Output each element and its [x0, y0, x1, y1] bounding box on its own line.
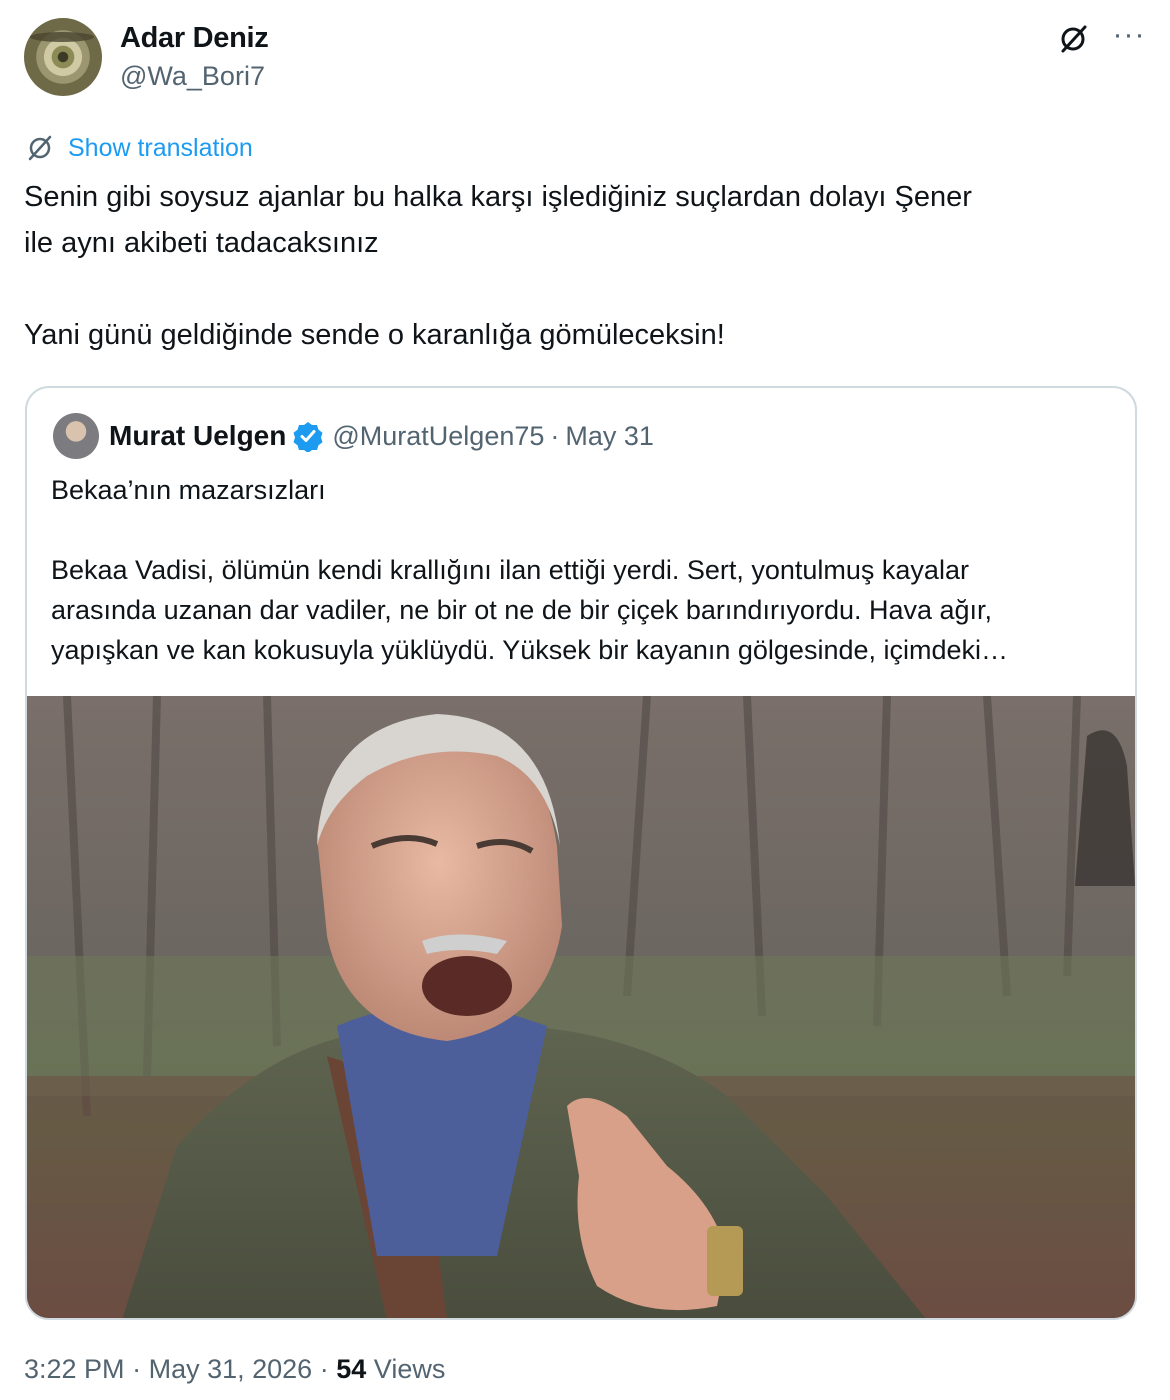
views-count: 54: [336, 1354, 367, 1384]
quoted-tweet-header: Murat Uelgen @MuratUelgen75 · May 31: [53, 410, 654, 462]
show-translation-link[interactable]: Show translation: [24, 130, 253, 166]
verified-badge-icon: [293, 422, 323, 452]
grok-icon[interactable]: [1056, 22, 1090, 56]
quoted-author-name[interactable]: Murat Uelgen: [109, 420, 286, 452]
quoted-author-avatar[interactable]: [53, 413, 99, 459]
show-translation-label[interactable]: Show translation: [68, 134, 253, 163]
more-icon[interactable]: ···: [1112, 20, 1146, 56]
author-name[interactable]: Adar Deniz: [120, 22, 269, 55]
meta-separator-2: ·: [319, 1354, 329, 1384]
author-avatar[interactable]: [24, 18, 102, 96]
quoted-separator: ·: [550, 420, 560, 451]
tweet-time[interactable]: 3:22 PM: [24, 1354, 125, 1384]
translate-icon: [28, 135, 52, 161]
quoted-tweet[interactable]: Murat Uelgen @MuratUelgen75 · May 31 Bek…: [25, 386, 1137, 1320]
quoted-date[interactable]: May 31: [565, 421, 654, 452]
views-label: Views: [373, 1354, 446, 1384]
quoted-tweet-text: Bekaa’nın mazarsızları Bekaa Vadisi, ölü…: [51, 475, 1009, 665]
tweet-meta: 3:22 PM · May 31, 2026 · 54 Views: [24, 1354, 445, 1385]
quoted-tweet-image[interactable]: [27, 696, 1135, 1318]
tweet-text: Senin gibi soysuz ajanlar bu halka karşı…: [24, 181, 972, 351]
author-handle[interactable]: @Wa_Bori7: [120, 61, 265, 92]
quoted-author-handle[interactable]: @MuratUelgen75: [332, 421, 544, 452]
video-still: [27, 696, 1135, 1318]
tweet-header: Adar Deniz @Wa_Bori7 ···: [24, 16, 1146, 100]
meta-separator: ·: [132, 1354, 142, 1384]
tweet-date[interactable]: May 31, 2026: [149, 1354, 313, 1384]
